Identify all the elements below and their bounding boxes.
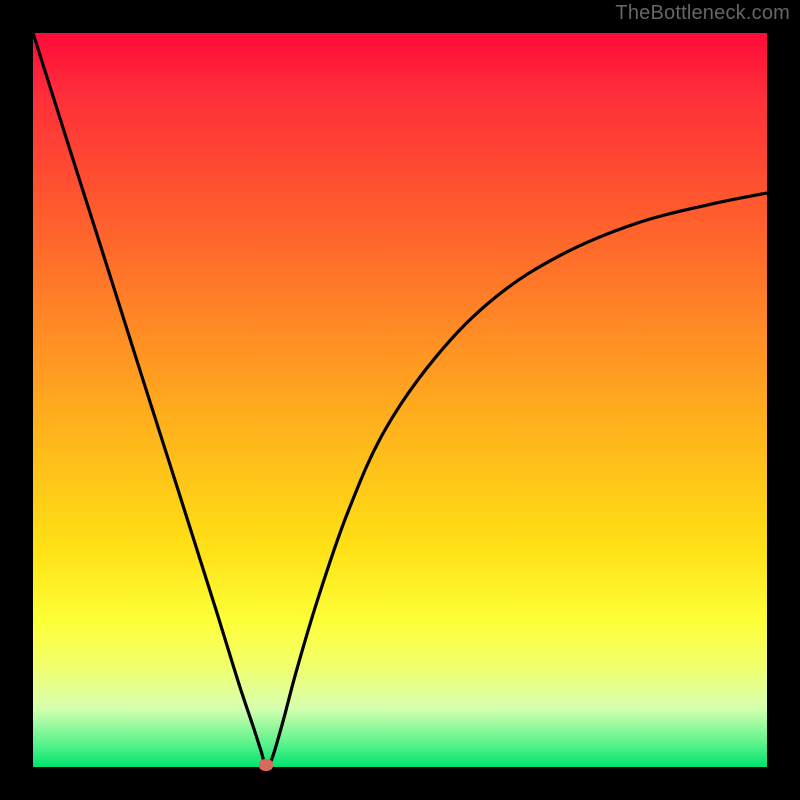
curve-svg [33, 33, 767, 767]
chart-frame: TheBottleneck.com [0, 0, 800, 800]
bottleneck-curve [33, 33, 767, 766]
minimum-marker [259, 759, 273, 771]
plot-area [33, 33, 767, 767]
watermark-text: TheBottleneck.com [615, 2, 790, 25]
